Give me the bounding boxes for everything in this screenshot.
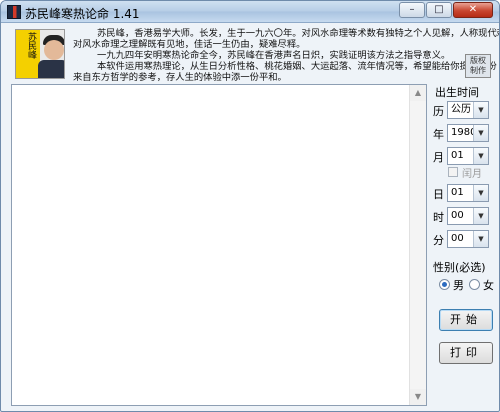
gender-male-label: 男 (453, 279, 464, 292)
leap-month-checkbox[interactable] (448, 167, 458, 177)
copyright-button[interactable]: 版权 制作 (465, 54, 491, 78)
hour-select[interactable]: 00 ▼ (447, 207, 489, 225)
scroll-up-arrow-icon[interactable]: ▲ (410, 85, 426, 101)
gender-heading: 性别(必选) (433, 261, 486, 274)
gender-female-radio[interactable] (469, 279, 480, 290)
close-button[interactable]: ✕ (453, 2, 493, 18)
day-select[interactable]: 01 ▼ (447, 184, 489, 202)
intro-panel: 苏民峰 苏民峰，香港易学大师。长发，生于一九六〇年。对风水命理等术数有独特之个人… (9, 26, 500, 83)
gender-male-radio[interactable] (439, 279, 450, 290)
chevron-down-icon: ▼ (473, 125, 488, 141)
minute-label: 分 (433, 234, 444, 247)
minute-select[interactable]: 00 ▼ (447, 230, 489, 248)
window-title: 苏民峰寒热论命 1.41 (25, 7, 140, 21)
main-content: 苏民峰 苏民峰，香港易学大师。长发，生于一九六〇年。对风水命理等术数有独特之个人… (5, 24, 500, 409)
calendar-select[interactable]: 公历 ▼ (447, 101, 489, 119)
chevron-down-icon: ▼ (473, 208, 488, 224)
chevron-down-icon: ▼ (473, 185, 488, 201)
gender-female-label: 女 (483, 279, 494, 292)
year-label: 年 (433, 128, 444, 141)
intro-line: 来自东方哲学的参考，存人生的体验中添一份平和。 (73, 72, 287, 83)
day-label: 日 (433, 188, 444, 201)
app-window: 苏民峰寒热论命 1.41 – □ ✕ 苏民峰 苏民峰，香港易学大师。长发，生于一… (0, 0, 500, 412)
maximize-button[interactable]: □ (426, 2, 452, 18)
chevron-down-icon: ▼ (473, 231, 488, 247)
intro-line: 苏民峰，香港易学大师。长发，生于一九六〇年。对风水命理等术数有独特之个人见解，人… (97, 28, 500, 39)
leap-month-label: 闰月 (462, 169, 482, 180)
vertical-scrollbar[interactable]: ▲ ▼ (409, 85, 426, 405)
intro-line: 对风水命理之理解既有见地，佳话一生仍由，疑难尽释。 (73, 39, 306, 50)
portrait-signature: 苏民峰 (26, 32, 36, 59)
intro-line: 一九九四年安明寒热论命全今，苏民峰在香港声名日炽，实践证明该方法之指导意义。 (97, 50, 451, 61)
month-select[interactable]: 01 ▼ (447, 147, 489, 165)
minute-value: 00 (451, 233, 464, 244)
month-label: 月 (433, 151, 444, 164)
title-bar[interactable]: 苏民峰寒热论命 1.41 – □ ✕ (1, 1, 499, 23)
intro-text: 苏民峰，香港易学大师。长发，生于一九六〇年。对风水命理等术数有独特之个人见解，人… (73, 28, 500, 83)
minimize-button[interactable]: – (399, 2, 425, 18)
start-button[interactable]: 开始 (439, 309, 493, 331)
chevron-down-icon: ▼ (473, 102, 488, 118)
calendar-label: 历 (433, 105, 444, 118)
scroll-down-arrow-icon[interactable]: ▼ (410, 389, 426, 405)
hour-label: 时 (433, 211, 444, 224)
print-button[interactable]: 打印 (439, 342, 493, 364)
month-value: 01 (451, 150, 464, 161)
result-textarea[interactable]: ▲ ▼ (11, 84, 427, 406)
author-portrait: 苏民峰 (15, 29, 65, 79)
hour-value: 00 (451, 210, 464, 221)
portrait-face (44, 40, 64, 60)
birth-time-heading: 出生时间 (435, 86, 479, 99)
intro-line: 本软件运用寒热理论，从生日分析性格、桃花婚姻、大运起落、流年情况等，希望能给你提… (97, 61, 497, 72)
window-controls: – □ ✕ (398, 2, 493, 18)
day-value: 01 (451, 187, 464, 198)
portrait-shirt (38, 60, 64, 78)
app-icon (7, 5, 21, 19)
chevron-down-icon: ▼ (473, 148, 488, 164)
calendar-value: 公历 (451, 104, 471, 115)
year-select[interactable]: 1980 ▼ (447, 124, 489, 142)
